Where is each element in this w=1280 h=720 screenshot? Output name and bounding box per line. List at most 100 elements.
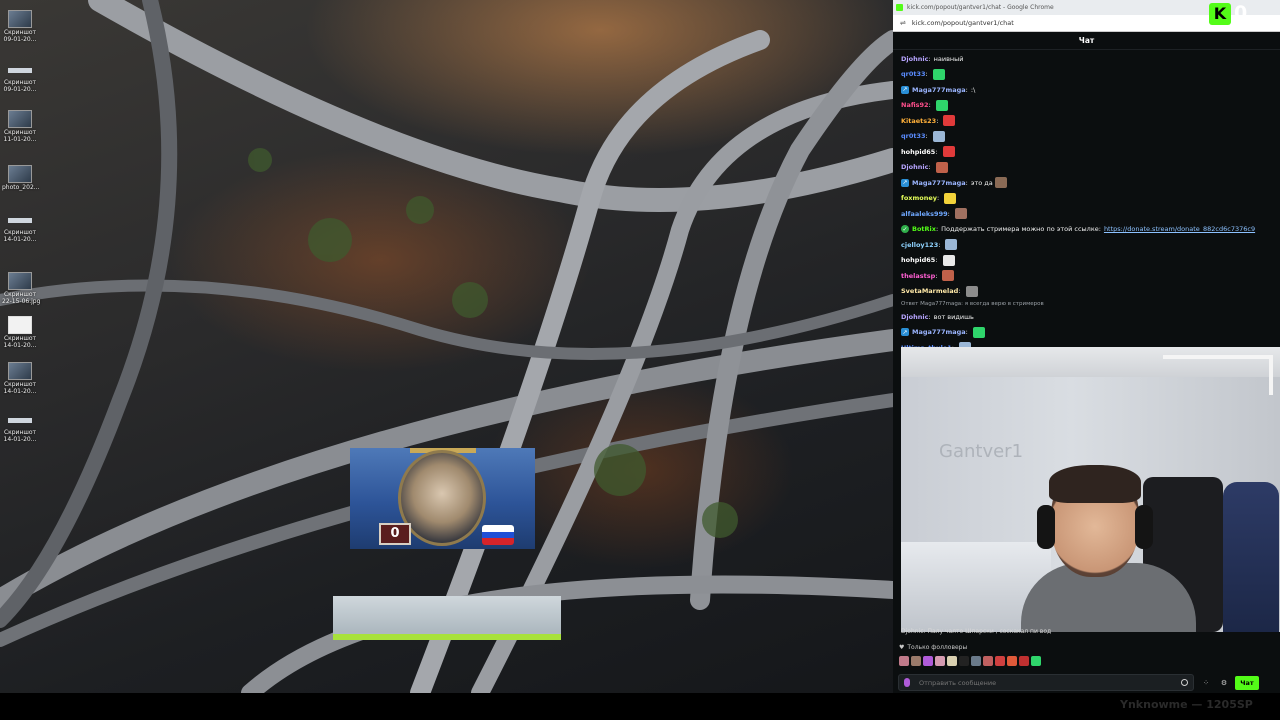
chat-message[interactable]: alfaaleks999: xyxy=(901,206,1280,222)
chat-message[interactable]: cjelloy123: xyxy=(901,237,1280,253)
chat-message[interactable]: hohpid65: xyxy=(901,253,1280,269)
chat-message[interactable]: ↗ Maga777maga: xyxy=(901,325,1280,341)
chat-username[interactable]: SvetaMarmelad xyxy=(901,287,958,295)
desktop-file-icon[interactable]: Скриншот 22-15-06.jpg xyxy=(2,272,40,305)
quick-emote-icon[interactable] xyxy=(983,656,993,666)
chat-username[interactable]: Kitaets23 xyxy=(901,117,936,125)
chat-emote-icon xyxy=(944,192,957,204)
quick-emote-icon[interactable] xyxy=(911,656,921,666)
quick-emote-icon[interactable] xyxy=(1007,656,1017,666)
quick-emote-icon[interactable] xyxy=(899,656,909,666)
quick-emote-icon[interactable] xyxy=(1031,656,1041,666)
quick-emote-icon[interactable] xyxy=(1019,656,1029,666)
chat-username[interactable]: Djohnic xyxy=(901,163,928,171)
chat-message[interactable]: hohpid65: xyxy=(901,144,1280,160)
overlay-avatar xyxy=(398,450,486,546)
kick-favicon-icon xyxy=(896,4,903,11)
subscriber-badge-icon: ↗ xyxy=(901,328,909,337)
quick-emote-icon[interactable] xyxy=(947,656,957,666)
settings-gear-icon[interactable]: ⚙ xyxy=(1218,677,1230,689)
chat-message-list[interactable]: Djohnic: наивный qr0t33: ↗ Maga777maga::\ Naf… xyxy=(893,51,1280,347)
chat-username[interactable]: Nafis92 xyxy=(901,101,929,109)
window-title: kick.com/popout/gantver1/chat - Google C… xyxy=(907,4,1054,11)
chat-separator: : xyxy=(965,328,968,337)
chat-emote-icon xyxy=(942,254,955,266)
site-info-icon[interactable]: ⇌ xyxy=(900,19,906,27)
partial-chat-message: Djohnic: Палу чалто Шпарски , соскакал п… xyxy=(901,628,1052,635)
chat-username[interactable]: qr0t33 xyxy=(901,132,926,140)
quick-emote-icon[interactable] xyxy=(971,656,981,666)
quick-emote-row[interactable] xyxy=(899,656,1041,666)
chat-message[interactable]: Ultima_thule1: xyxy=(901,340,1280,347)
taskbar xyxy=(0,693,1280,720)
chat-emote-icon xyxy=(994,177,1007,189)
url-text[interactable]: kick.com/popout/gantver1/chat xyxy=(912,19,1014,27)
desktop-file-icon[interactable]: Скриншот 09-01-20... xyxy=(2,10,38,43)
quick-emote-icon[interactable] xyxy=(995,656,1005,666)
chat-username[interactable]: Maga777maga xyxy=(912,179,966,187)
chat-username[interactable]: alfaaleks999 xyxy=(901,210,948,218)
subscriber-badge-icon: ↗ xyxy=(901,178,909,187)
chat-username[interactable]: thelastsp xyxy=(901,272,935,280)
chat-message[interactable]: Kitaets23: xyxy=(901,113,1280,129)
chat-message[interactable]: SvetaMarmelad: xyxy=(901,284,1280,300)
chat-message[interactable]: ✓ BotRix: Поддержать стримера можно по это… xyxy=(901,222,1280,238)
headset-right-icon xyxy=(1135,505,1153,549)
chat-input-box[interactable] xyxy=(898,674,1194,691)
emoji-picker-icon[interactable] xyxy=(1181,679,1188,686)
desktop-file-icon[interactable]: Скриншот 14-01-20... xyxy=(2,362,38,395)
file-thumbnail-icon xyxy=(8,316,32,334)
donate-link[interactable]: https://donate.stream/donate_882cd6c7376… xyxy=(1104,225,1255,233)
desktop-file-icon[interactable]: Скриншот 14-01-20... xyxy=(2,316,38,349)
file-thumbnail-icon xyxy=(8,418,32,423)
chat-message[interactable]: thelastsp: xyxy=(901,268,1280,284)
webcam-jacket xyxy=(1223,482,1279,632)
chat-message[interactable]: qr0t33: xyxy=(901,67,1280,83)
streamer xyxy=(1021,465,1196,632)
desktop-file-label: Скриншот 09-01-20... xyxy=(3,79,37,93)
chat-separator: : xyxy=(928,163,931,172)
russia-flag-icon xyxy=(482,525,514,545)
microphone-icon[interactable] xyxy=(904,678,910,687)
chat-username[interactable]: qr0t33 xyxy=(901,70,926,78)
chat-text: это да xyxy=(970,178,993,187)
kick-logo-icon: K xyxy=(1209,3,1231,25)
quick-emote-icon[interactable] xyxy=(959,656,969,666)
chat-message[interactable]: Nafis92: xyxy=(901,98,1280,114)
chat-emote-icon xyxy=(965,285,978,297)
chat-message[interactable]: Djohnic: xyxy=(901,160,1280,176)
desktop-file-icon[interactable]: Скриншот 09-01-20... xyxy=(2,68,38,93)
chat-username[interactable]: hohpid65 xyxy=(901,256,935,264)
followers-only-label: Только фолловеры xyxy=(907,644,968,651)
chat-username[interactable]: Maga777maga xyxy=(912,328,966,336)
chat-username[interactable]: hohpid65 xyxy=(901,148,935,156)
desktop-file-icon[interactable]: Скриншот 14-01-20... xyxy=(2,418,38,443)
chat-username[interactable]: cjelloy123 xyxy=(901,241,938,249)
webcam-wall-text: Gantver1 xyxy=(939,441,1024,462)
chat-message[interactable]: Djohnic: наивный xyxy=(901,51,1280,67)
send-chat-button[interactable]: Чат xyxy=(1235,675,1259,690)
desktop-file-label: Скриншот 14-01-20... xyxy=(3,381,37,395)
chat-username[interactable]: foxmoney xyxy=(901,194,937,202)
chat-username[interactable]: Djohnic xyxy=(901,313,928,321)
chat-message[interactable]: foxmoney: xyxy=(901,191,1280,207)
desktop-file-icon[interactable]: Скриншот 14-01-20... xyxy=(2,218,38,243)
quick-emote-icon[interactable] xyxy=(923,656,933,666)
desktop-file-icon[interactable]: photo_202... xyxy=(2,165,40,191)
chat-username[interactable]: Djohnic xyxy=(901,55,928,63)
kick-viewer-count: 0 xyxy=(1234,2,1248,24)
chat-username[interactable]: BotRix xyxy=(912,225,936,233)
chat-message[interactable]: ↗ Maga777maga: это да xyxy=(901,175,1280,191)
chat-username[interactable]: Maga777maga xyxy=(912,86,966,94)
chat-separator: : xyxy=(935,271,938,280)
desktop-file-label: photo_202... xyxy=(2,184,40,191)
quick-emote-icon[interactable] xyxy=(935,656,945,666)
desktop-file-icon[interactable]: Скриншот 11-01-20... xyxy=(2,110,38,143)
share-icon[interactable]: ⁘ xyxy=(1200,677,1212,689)
chat-message[interactable]: Djohnic: вот видишь xyxy=(901,309,1280,325)
heart-icon: ♥ xyxy=(899,644,905,651)
chat-message[interactable]: qr0t33: xyxy=(901,129,1280,145)
chat-message-input[interactable] xyxy=(919,678,1181,687)
chat-emote-icon xyxy=(935,161,948,173)
chat-message[interactable]: ↗ Maga777maga::\ xyxy=(901,82,1280,98)
